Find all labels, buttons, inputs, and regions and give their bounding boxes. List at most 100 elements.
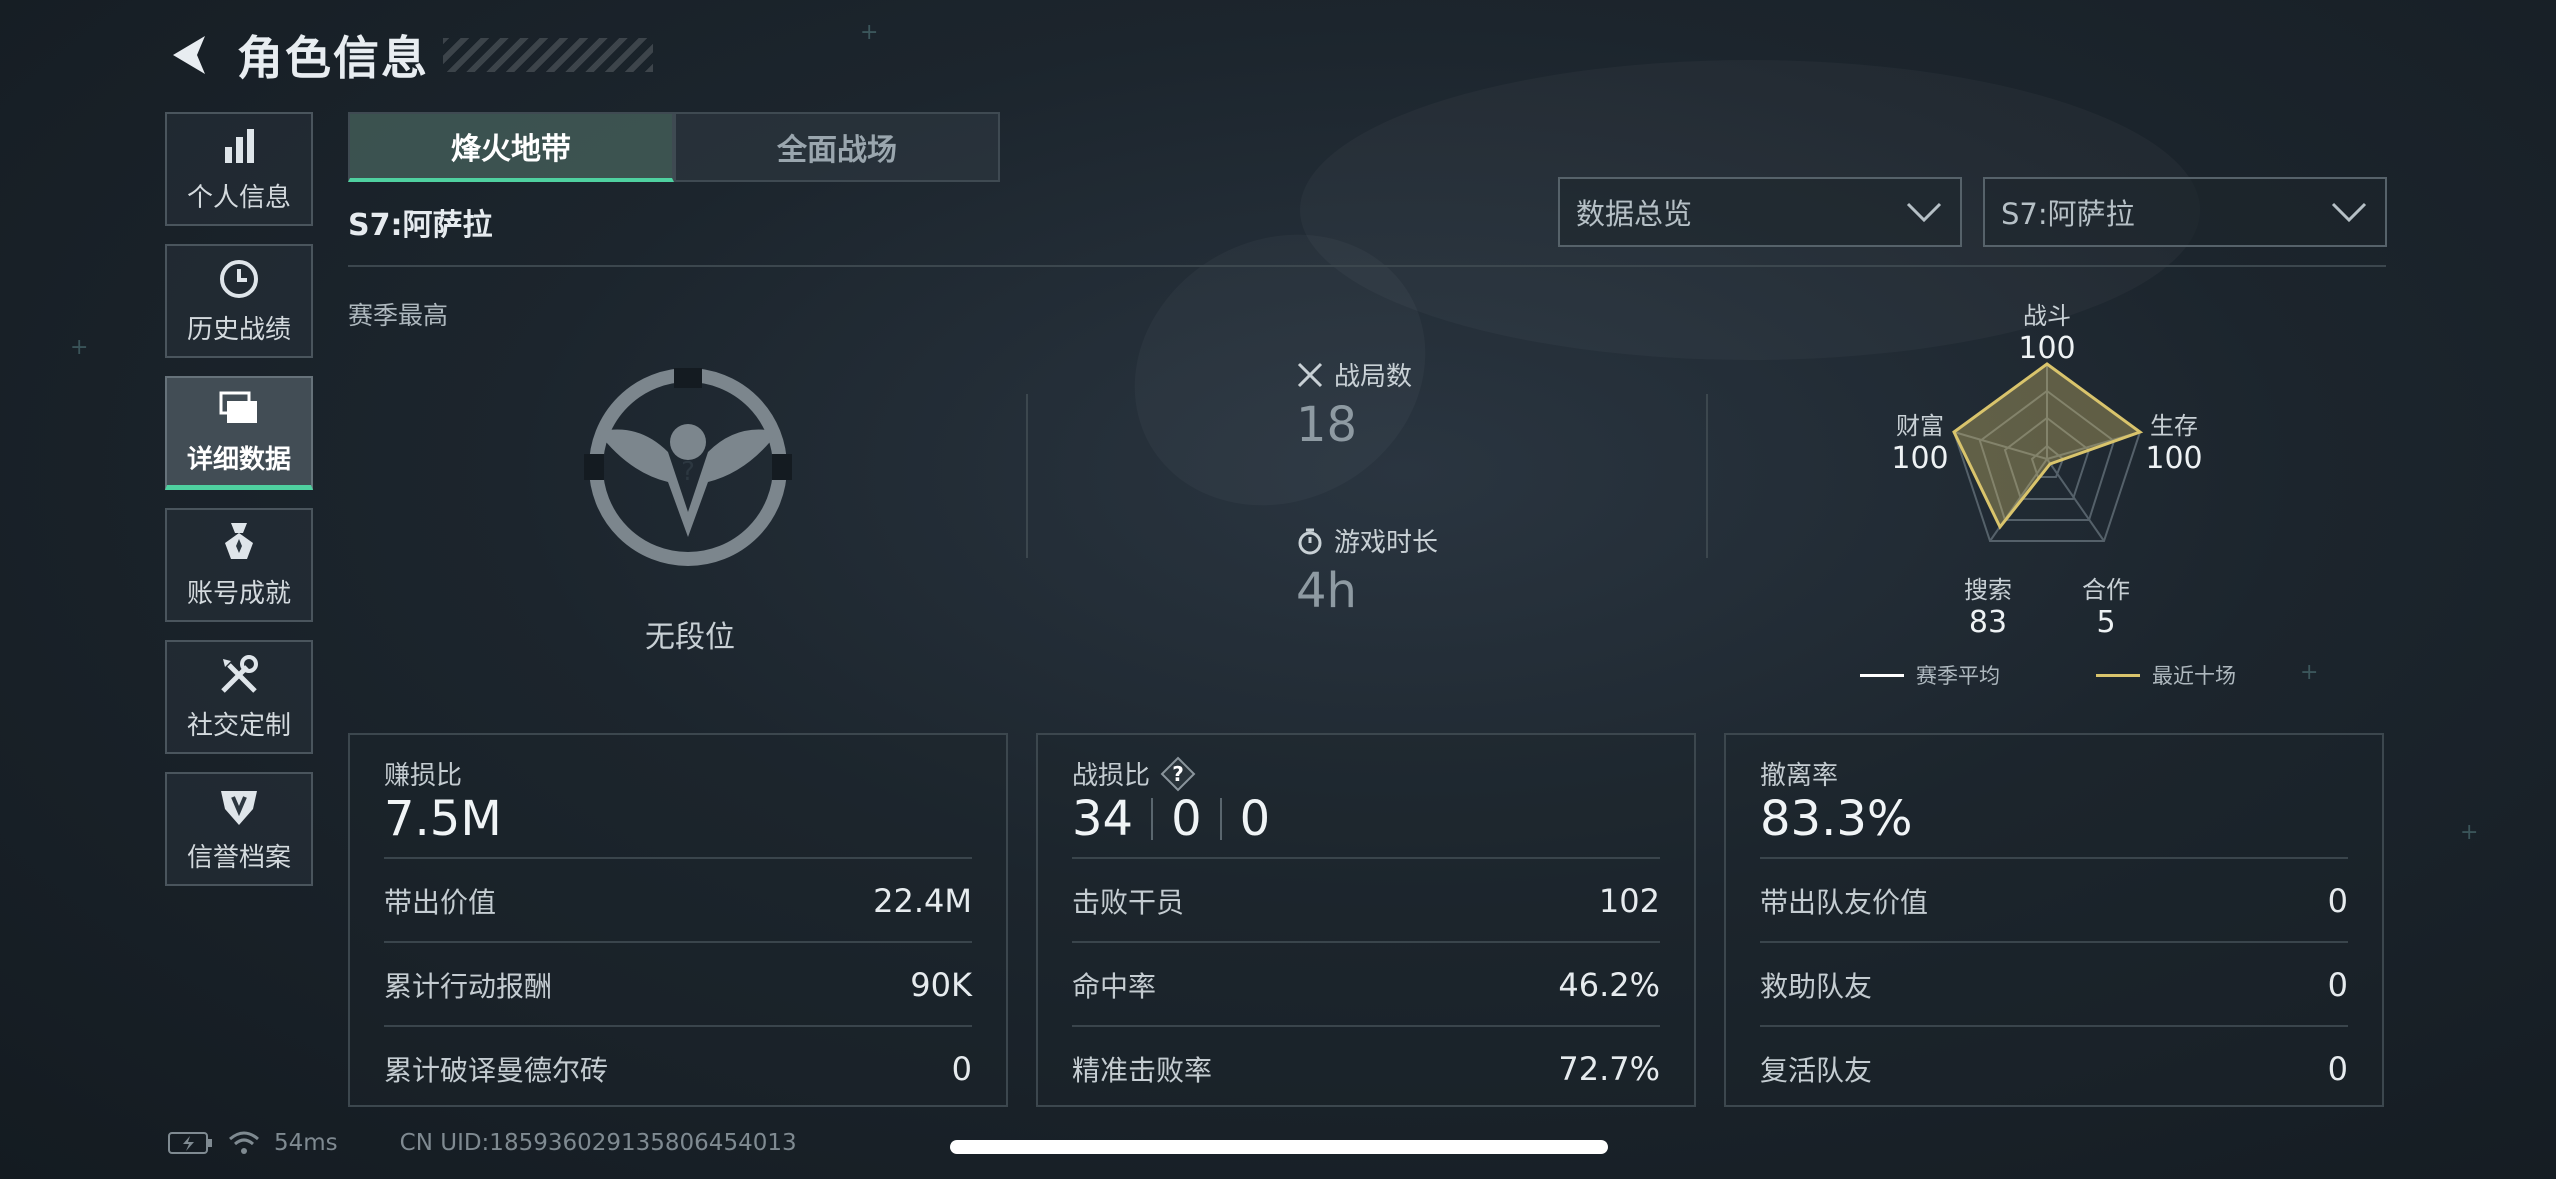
- playtime-stat: 游戏时长 4h: [1296, 522, 1438, 619]
- svg-text:?: ?: [1172, 762, 1184, 786]
- bar-chart-icon: [225, 128, 254, 163]
- matches-label: 战局数: [1334, 362, 1413, 392]
- sidebar-item-social[interactable]: 社交定制: [165, 640, 313, 754]
- title-hatch-decoration: [443, 38, 653, 72]
- table-row: 击败干员 102: [1072, 857, 1660, 943]
- ping-value: 54ms: [274, 1130, 338, 1156]
- tab-hazard-zone[interactable]: 烽火地带: [348, 112, 674, 182]
- row-value: 22.4M: [873, 882, 972, 920]
- sidebar: 个人信息 历史战绩 详细数据 账号成就 社交定制 信誉档案: [165, 112, 315, 904]
- ability-radar-chart: 战斗 100 生存 100 合作 5 搜索 83 财富 100: [1891, 302, 2202, 640]
- sidebar-item-personal-info[interactable]: 个人信息: [165, 112, 313, 226]
- legend-recent-ten: 最近十场: [2096, 660, 2236, 690]
- page-title: 角色信息: [237, 31, 429, 85]
- legend-recent-label: 最近十场: [2152, 664, 2236, 688]
- legend-line-white: [1860, 673, 1904, 677]
- view-dropdown[interactable]: 数据总览: [1558, 177, 1962, 247]
- sidebar-item-achievements[interactable]: 账号成就: [165, 508, 313, 622]
- table-row: 复活队友 0: [1760, 1025, 2348, 1111]
- sidebar-item-detail-data[interactable]: 详细数据: [165, 376, 313, 490]
- row-value: 0: [2327, 1050, 2348, 1088]
- radar-value-search: 83: [1969, 605, 2007, 640]
- profit-value: 7.5M: [384, 791, 502, 847]
- radar-label-search: 搜索: [1964, 576, 2012, 604]
- radar-value-combat: 100: [2018, 331, 2075, 366]
- extract-card: 撤离率 83.3% 带出队友价值 0 救助队友 0 复活队友 0: [1724, 733, 2384, 1107]
- wifi-icon: [229, 1131, 259, 1154]
- legend-avg-label: 赛季平均: [1916, 664, 2000, 688]
- matches-value: 18: [1296, 397, 1358, 453]
- chevron-down-icon: [2331, 202, 2367, 223]
- shield-icon: [221, 790, 257, 825]
- matches-stat: 战局数 18: [1296, 356, 1412, 453]
- season-dropdown-value: S7:阿萨拉: [2001, 197, 2135, 231]
- legend-season-average: 赛季平均: [1860, 660, 2000, 690]
- rank-label: 无段位: [645, 620, 735, 655]
- combat-card: 战损比 ? 34 0 0 击败干员 102 命中率 46.2% 精准击败率 72…: [1036, 733, 1696, 1107]
- row-label: 累计行动报酬: [384, 970, 553, 1003]
- radar-value-survival: 100: [2145, 441, 2202, 476]
- row-value: 90K: [910, 966, 972, 1004]
- row-label: 救助队友: [1760, 970, 1873, 1003]
- status-footer: 54ms CN UID:1859360291358064540​13: [168, 1130, 797, 1156]
- row-label: 累计破译曼德尔砖: [384, 1054, 609, 1087]
- rank-eagle-emblem-icon: ?: [584, 368, 792, 566]
- row-label: 带出价值: [384, 886, 497, 919]
- sidebar-item-label: 账号成就: [186, 578, 291, 609]
- sidebar-item-history[interactable]: 历史战绩: [165, 244, 313, 358]
- row-value: 0: [951, 1050, 972, 1088]
- header-divider: [348, 265, 2386, 267]
- row-label: 击败干员: [1072, 886, 1185, 919]
- radar-value-wealth: 100: [1891, 441, 1948, 476]
- medal-icon: [225, 522, 253, 559]
- kd-separator: [1151, 798, 1154, 840]
- kd-assists: 0: [1239, 791, 1271, 847]
- radar-value-cooperation: 5: [2096, 605, 2115, 640]
- row-label: 精准击败率: [1072, 1054, 1213, 1087]
- row-value: 0: [2327, 966, 2348, 1004]
- table-row: 带出价值 22.4M: [384, 857, 972, 943]
- radar-label-cooperation: 合作: [2082, 576, 2130, 604]
- chevron-down-icon: [1906, 202, 1942, 223]
- season-dropdown[interactable]: S7:阿萨拉: [1983, 177, 2387, 247]
- sidebar-item-label: 详细数据: [186, 445, 291, 475]
- grid-mark: +: [70, 335, 89, 360]
- kd-deaths: 0: [1171, 791, 1202, 847]
- table-row: 精准击败率 72.7%: [1072, 1025, 1660, 1111]
- row-value: 72.7%: [1558, 1050, 1660, 1088]
- home-indicator-bar[interactable]: [950, 1140, 1608, 1154]
- combat-title: 战损比: [1072, 761, 1151, 791]
- summary-divider: [1026, 394, 1028, 558]
- sidebar-item-label: 历史战绩: [186, 314, 291, 345]
- profit-card: 赚损比 7.5M 带出价值 22.4M 累计行动报酬 90K 累计破译曼德尔砖 …: [348, 733, 1008, 1107]
- playtime-value: 4h: [1296, 563, 1357, 619]
- help-question-icon[interactable]: ?: [1160, 756, 1196, 792]
- playtime-label: 游戏时长: [1334, 528, 1439, 558]
- grid-mark: +: [2460, 820, 2479, 845]
- crossed-swords-icon: [1297, 362, 1323, 387]
- grid-mark: +: [860, 20, 879, 45]
- sidebar-item-credit[interactable]: 信誉档案: [165, 772, 313, 886]
- page-header: 角色信息: [165, 22, 653, 88]
- legend-line-gold: [2096, 673, 2140, 677]
- table-row: 救助队友 0: [1760, 941, 2348, 1027]
- stopwatch-icon: [1298, 528, 1322, 554]
- kd-kills: 34: [1072, 791, 1134, 847]
- row-label: 带出队友价值: [1760, 886, 1929, 919]
- back-arrow-icon[interactable]: [165, 30, 215, 80]
- history-clock-icon: [220, 259, 258, 298]
- season-best-label: 赛季最高: [348, 301, 449, 330]
- table-row: 累计行动报酬 90K: [384, 941, 972, 1027]
- summary-divider: [1706, 394, 1708, 558]
- tab-full-battlefield[interactable]: 全面战场: [674, 112, 1000, 182]
- row-value: 46.2%: [1558, 966, 1660, 1004]
- radar-label-wealth: 财富: [1896, 412, 1944, 440]
- folder-icon: [219, 391, 257, 423]
- row-label: 复活队友: [1760, 1054, 1873, 1087]
- combat-title-wrap: 战损比 ?: [1072, 755, 1196, 792]
- extract-title: 撤离率: [1760, 761, 1839, 791]
- mode-tabs: 烽火地带 全面战场: [348, 112, 1000, 182]
- battery-icon: [168, 1132, 212, 1154]
- tools-icon: [221, 654, 258, 693]
- kd-values: 34 0 0: [1072, 791, 1270, 847]
